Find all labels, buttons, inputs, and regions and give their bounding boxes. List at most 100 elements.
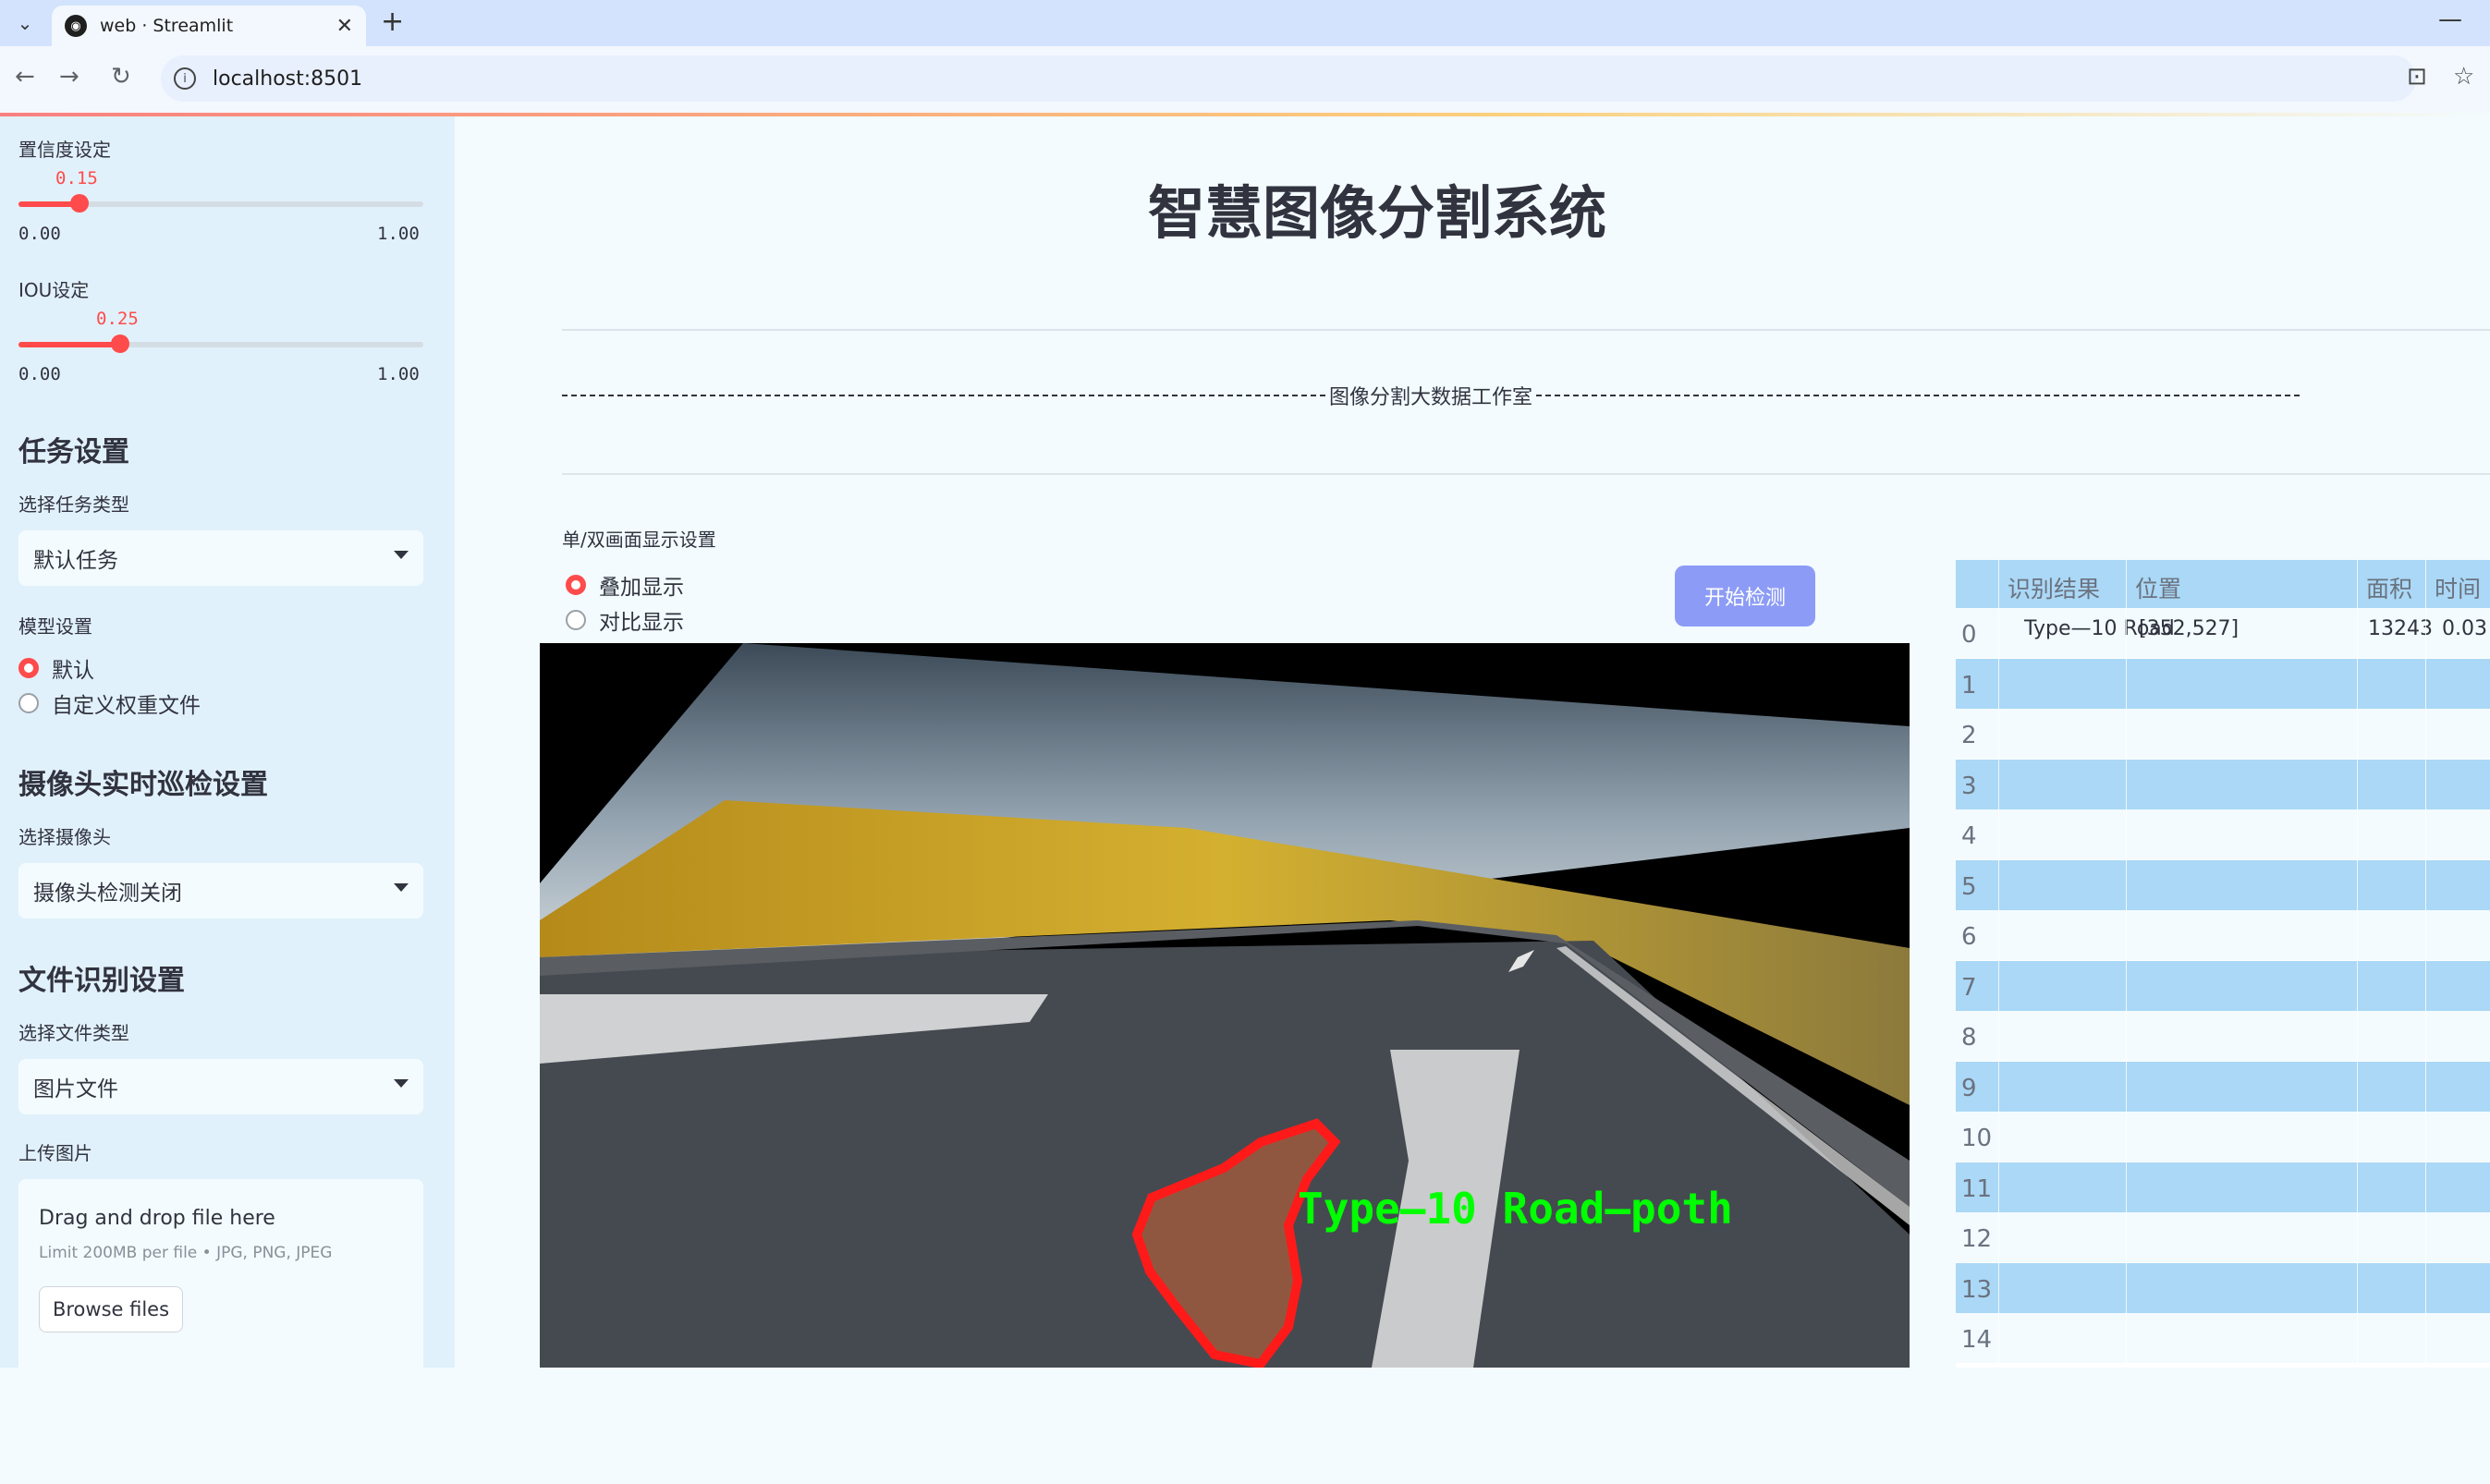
file-dropzone[interactable]: Drag and drop file here Limit 200MB per … [18, 1179, 423, 1484]
column-divider [1998, 560, 1999, 1368]
cell-position: [352,527] [2139, 617, 2240, 640]
iou-min: 0.00 [18, 364, 61, 384]
row-index: 1 [1961, 671, 1977, 699]
url-text: localhost:8501 [213, 67, 363, 91]
table-row[interactable]: 1 [1956, 658, 2490, 709]
table-row[interactable]: 3 [1956, 759, 2490, 809]
task-settings-header: 任务设置 [18, 436, 129, 468]
column-header-time[interactable]: 时间 [2435, 571, 2481, 604]
file-type-select[interactable]: 图片文件 [18, 1059, 423, 1114]
radio-selected-icon[interactable] [18, 658, 39, 678]
divider-bottom [562, 473, 2490, 475]
results-table[interactable]: 识别结果 位置 面积 时间 0 Type—10 Road [352,527] 1324… [1956, 560, 2490, 1368]
window-minimize-icon[interactable]: — [2438, 6, 2462, 33]
url-field[interactable]: i localhost:8501 [161, 55, 2416, 102]
radio-unselected-icon[interactable] [18, 693, 39, 713]
display-mode-label: 单/双画面显示设置 [562, 529, 716, 551]
radio-unselected-icon[interactable] [566, 610, 586, 630]
streamlit-favicon-icon: ◉ [65, 15, 87, 37]
model-radio-custom[interactable]: 自定义权重文件 [18, 687, 201, 719]
table-row[interactable]: 6 [1956, 910, 2490, 960]
reload-icon[interactable]: ↻ [111, 63, 131, 91]
table-row[interactable]: 5 [1956, 859, 2490, 910]
column-header-position[interactable]: 位置 [2135, 571, 2181, 604]
browser-tab[interactable]: ◉ web · Streamlit ✕ [52, 6, 366, 46]
table-row[interactable]: 13 [1956, 1262, 2490, 1313]
iou-label: IOU设定 [18, 279, 90, 301]
file-type-value: 图片文件 [33, 1077, 118, 1101]
detection-image: Type—10 Road—poth [540, 643, 1910, 1368]
camera-settings-header: 摄像头实时巡检设置 [18, 769, 268, 801]
task-type-select[interactable]: 默认任务 [18, 530, 423, 586]
table-row[interactable]: 14 [1956, 1313, 2490, 1363]
back-arrow-icon[interactable]: ← [15, 63, 35, 91]
display-radio-overlay[interactable]: 叠加显示 [566, 569, 684, 601]
table-row[interactable]: 10 [1956, 1112, 2490, 1162]
display-radio-compare[interactable]: 对比显示 [566, 604, 684, 636]
dash-line-left [562, 395, 1325, 396]
table-row[interactable]: 8 [1956, 1011, 2490, 1061]
start-detection-button[interactable]: 开始检测 [1675, 566, 1815, 626]
row-index: 0 [1961, 621, 1977, 649]
table-row[interactable]: 2 [1956, 709, 2490, 759]
divider-top [562, 329, 2490, 331]
tab-search-chevron-icon[interactable]: ⌄ [9, 7, 41, 39]
cell-area: 13243 [2368, 617, 2433, 640]
model-option-label: 自定义权重文件 [52, 694, 201, 718]
confidence-min: 0.00 [18, 224, 61, 244]
confidence-slider-thumb[interactable] [69, 194, 89, 213]
bookmark-star-icon[interactable]: ☆ [2453, 63, 2474, 91]
browse-files-button[interactable]: Browse files [39, 1286, 183, 1332]
row-index: 10 [1961, 1125, 1993, 1152]
model-radio-default[interactable]: 默认 [18, 652, 94, 684]
detection-label: Type—10 Road—poth [1298, 1184, 1733, 1234]
site-info-icon[interactable]: i [174, 67, 196, 90]
tab-close-icon[interactable]: ✕ [336, 15, 353, 38]
table-row[interactable]: 4 [1956, 809, 2490, 859]
table-header: 识别结果 位置 面积 时间 [1956, 560, 2490, 608]
table-row[interactable]: 12 [1956, 1212, 2490, 1262]
studio-banner-text: 图像分割大数据工作室 [1329, 386, 1533, 409]
dropzone-title: Drag and drop file here [39, 1207, 275, 1230]
table-row[interactable]: 0 Type—10 Road [352,527] 13243 0.03 [1956, 608, 2490, 658]
table-row[interactable]: 7 [1956, 960, 2490, 1011]
new-tab-plus-icon[interactable]: + [381, 6, 404, 38]
chevron-down-icon [394, 551, 409, 559]
row-index: 14 [1961, 1326, 1993, 1354]
tab-title: web · Streamlit [100, 16, 234, 36]
column-header-area[interactable]: 面积 [2366, 571, 2412, 604]
address-bar: ← → ↻ i localhost:8501 ⊡ ☆ [0, 46, 2490, 113]
file-settings-header: 文件识别设置 [18, 965, 185, 997]
translate-icon[interactable]: ⊡ [2407, 63, 2427, 91]
iou-max: 1.00 [377, 364, 420, 384]
forward-arrow-icon[interactable]: → [59, 63, 79, 91]
column-header-result[interactable]: 识别结果 [2008, 571, 2100, 604]
radio-selected-icon[interactable] [566, 575, 586, 595]
row-index: 13 [1961, 1275, 1993, 1304]
studio-banner: 图像分割大数据工作室 [562, 381, 2301, 410]
iou-value: 0.25 [96, 309, 139, 329]
model-option-label: 默认 [52, 659, 94, 683]
iou-slider[interactable] [18, 335, 423, 353]
row-index: 4 [1961, 822, 1977, 850]
camera-select[interactable]: 摄像头检测关闭 [18, 863, 423, 918]
iou-slider-fill [18, 342, 120, 347]
sidebar: 置信度设定 0.15 0.00 1.00 IOU设定 0.25 0.00 1.0… [0, 116, 455, 1484]
row-index: 2 [1961, 722, 1977, 749]
table-row[interactable]: 9 [1956, 1061, 2490, 1112]
upload-label: 上传图片 [18, 1142, 92, 1164]
row-index: 6 [1961, 923, 1977, 951]
chevron-down-icon [394, 1079, 409, 1088]
iou-slider-thumb[interactable] [110, 335, 129, 353]
page-title: 智慧图像分割系统 [1147, 179, 1606, 247]
browser-tab-bar: ⌄ ◉ web · Streamlit ✕ + — [0, 0, 2490, 46]
column-divider [2126, 560, 2127, 1368]
table-row[interactable]: 11 [1956, 1162, 2490, 1212]
chevron-down-icon [394, 883, 409, 892]
row-index: 12 [1961, 1225, 1993, 1253]
road-scene-image: Type—10 Road—poth [540, 643, 1910, 1368]
confidence-slider[interactable] [18, 194, 423, 213]
row-index: 7 [1961, 973, 1977, 1002]
camera-select-value: 摄像头检测关闭 [33, 882, 182, 906]
dropzone-limit: Limit 200MB per file • JPG, PNG, JPEG [39, 1244, 333, 1262]
